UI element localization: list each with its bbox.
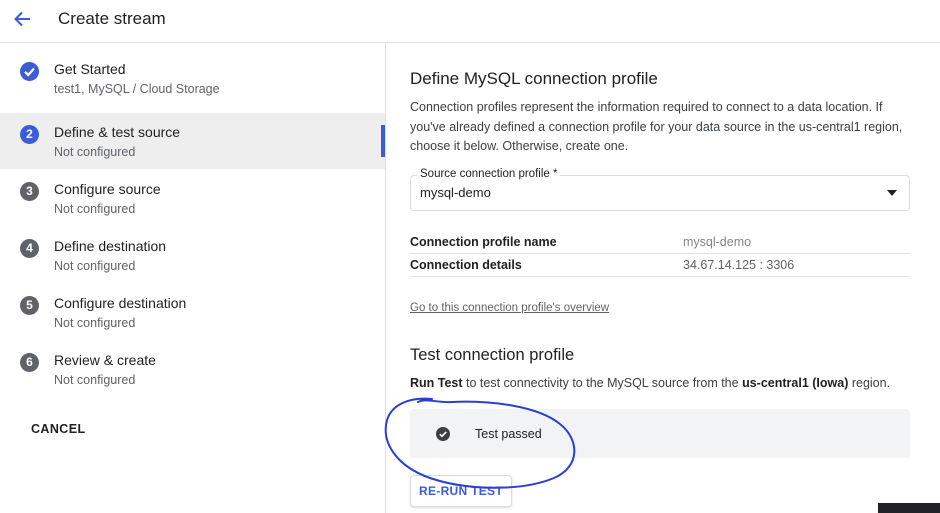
test-result-banner: Test passed [410, 409, 910, 458]
main-panel: Define MySQL connection profile Connecti… [386, 43, 940, 513]
region-emphasis: us-central1 (Iowa) [742, 376, 849, 390]
step-number: 3 [20, 182, 39, 201]
profile-overview-link[interactable]: Go to this connection profile's overview [410, 302, 609, 314]
select-value: mysql-demo [420, 185, 491, 200]
step-review-create[interactable]: 6 Review & create Not configured [0, 341, 385, 397]
run-test-emphasis: Run Test [410, 376, 463, 390]
run-test-text: to test connectivity to the MySQL source… [462, 376, 743, 390]
step-label: Get Started [54, 61, 126, 77]
section-title: Define MySQL connection profile [410, 69, 658, 88]
step-status: Not configured [54, 316, 136, 330]
profile-details: Connection profile name mysql-demo Conne… [410, 231, 910, 277]
rerun-test-button[interactable]: RE-RUN TEST [410, 475, 512, 507]
arrow-back-icon[interactable] [10, 6, 36, 32]
detail-row: Connection profile name mysql-demo [410, 231, 910, 254]
step-label: Define destination [54, 238, 167, 254]
detail-value: 34.67.14.125 : 3306 [683, 258, 795, 272]
stepper-sidebar: Get Started test1, MySQL / Cloud Storage… [0, 43, 386, 513]
step-status: test1, MySQL / Cloud Storage [54, 82, 220, 96]
source-connection-profile-select[interactable]: Source connection profile * mysql-demo [410, 168, 910, 211]
step-label: Configure source [54, 181, 161, 197]
run-test-instructions: Run Test to test connectivity to the MyS… [410, 376, 890, 390]
select-label: Source connection profile * [417, 168, 561, 180]
test-section-title: Test connection profile [410, 346, 575, 364]
step-status: Not configured [54, 202, 136, 216]
check-circle-icon [20, 62, 39, 81]
step-configure-source[interactable]: 3 Configure source Not configured [0, 170, 385, 226]
step-status: Not configured [54, 145, 136, 159]
step-label: Review & create [54, 352, 156, 368]
step-define-test-source[interactable]: 2 Define & test source Not configured [0, 113, 385, 169]
detail-row: Connection details 34.67.14.125 : 3306 [410, 254, 910, 277]
test-result-text: Test passed [475, 427, 542, 441]
page-title: Create stream [58, 9, 166, 28]
detail-key: Connection profile name [410, 235, 557, 249]
step-status: Not configured [54, 373, 136, 387]
section-description: Connection profiles represent the inform… [410, 100, 903, 153]
check-circle-icon [436, 427, 450, 441]
step-status: Not configured [54, 259, 136, 273]
step-configure-destination[interactable]: 5 Configure destination Not configured [0, 284, 385, 340]
cancel-button[interactable]: CANCEL [31, 422, 85, 436]
run-test-suffix: region. [848, 376, 891, 390]
step-number: 6 [20, 353, 39, 372]
active-step-indicator [381, 125, 385, 157]
step-number: 2 [20, 125, 39, 144]
dropdown-arrow-icon [887, 190, 897, 196]
step-number: 5 [20, 296, 39, 315]
detail-key: Connection details [410, 258, 522, 272]
step-label: Configure destination [54, 295, 187, 311]
top-app-bar: Create stream [0, 0, 940, 43]
step-define-destination[interactable]: 4 Define destination Not configured [0, 227, 385, 283]
step-number: 4 [20, 239, 39, 258]
detail-value: mysql-demo [683, 235, 752, 249]
step-get-started[interactable]: Get Started test1, MySQL / Cloud Storage [0, 50, 385, 106]
step-label: Define & test source [54, 124, 181, 140]
window-corner [878, 503, 940, 513]
